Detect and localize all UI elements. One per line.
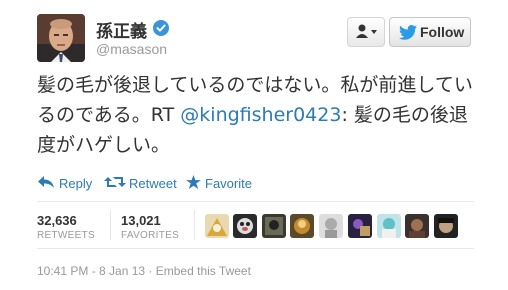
divider xyxy=(37,201,474,202)
chevron-down-icon xyxy=(371,30,377,34)
favoriter-avatar[interactable] xyxy=(233,214,257,238)
favoriter-avatar[interactable] xyxy=(262,214,286,238)
favoriter-avatar[interactable] xyxy=(434,214,458,238)
favoriter-avatar[interactable] xyxy=(377,214,401,238)
favoriter-avatar[interactable] xyxy=(319,214,343,238)
favorites-count[interactable]: 13,021 xyxy=(121,213,161,228)
favoriter-avatar[interactable] xyxy=(348,214,372,238)
divider xyxy=(37,248,474,249)
twitter-bird-icon xyxy=(399,25,417,40)
tweet-meta: 10:41 PM - 8 Jan 13 · Embed this Tweet xyxy=(37,264,251,278)
user-handle[interactable]: @masason xyxy=(96,41,167,57)
tweet-text: 髪の毛が後退しているのではない。私が前進しているのである。RT @kingfis… xyxy=(37,70,477,160)
meta-separator: · xyxy=(145,264,156,278)
retweets-label[interactable]: RETWEETS xyxy=(37,230,95,241)
timestamp-link[interactable]: 10:41 PM - 8 Jan 13 xyxy=(37,264,145,278)
favoriter-avatar[interactable] xyxy=(290,214,314,238)
favoriter-avatar[interactable] xyxy=(405,214,429,238)
favorite-label: Favorite xyxy=(205,176,252,191)
embed-tweet-link[interactable]: Embed this Tweet xyxy=(156,264,251,278)
star-icon xyxy=(186,175,201,189)
retweet-icon xyxy=(104,177,126,187)
verified-badge-icon xyxy=(153,20,169,36)
display-name[interactable]: 孫正義 xyxy=(96,17,147,42)
user-actions-dropdown[interactable] xyxy=(347,17,385,47)
favoriter-avatar[interactable] xyxy=(205,214,229,238)
retweet-label: Retweet xyxy=(129,176,177,191)
mention-link[interactable]: @kingfisher0423 xyxy=(180,104,341,126)
reply-icon xyxy=(38,176,54,188)
stat-separator xyxy=(110,210,111,240)
follow-button[interactable]: Follow xyxy=(389,17,471,47)
user-dropdown-icon xyxy=(356,24,377,38)
stat-separator xyxy=(194,210,195,240)
favorites-label[interactable]: FAVORITES xyxy=(121,230,179,241)
avatar-image xyxy=(37,14,85,62)
follow-label: Follow xyxy=(420,24,465,40)
profile-avatar[interactable] xyxy=(37,14,85,62)
reply-label: Reply xyxy=(59,176,93,191)
retweets-count[interactable]: 32,636 xyxy=(37,213,77,228)
